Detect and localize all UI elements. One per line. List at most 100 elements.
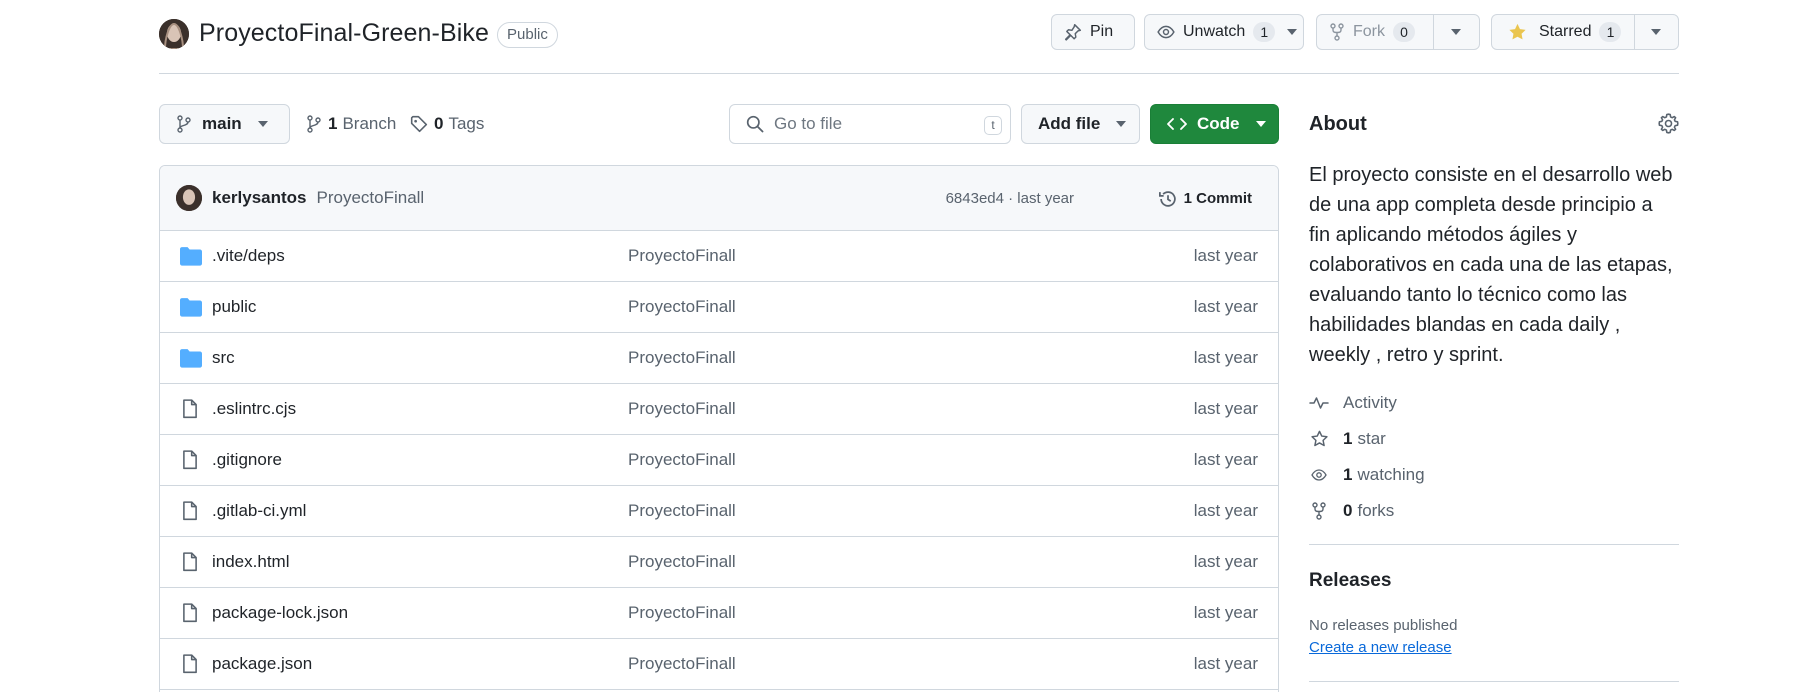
file-commit-age: last year	[1193, 501, 1258, 520]
file-commit-age: last year	[1193, 246, 1258, 265]
commit-author[interactable]: kerlysantos	[212, 188, 307, 208]
eye-icon	[1309, 467, 1329, 483]
add-file-label: Add file	[1038, 114, 1101, 133]
watch-button[interactable]: Unwatch 1	[1144, 14, 1304, 50]
go-to-file-input[interactable]	[774, 114, 974, 134]
star-counter: 1	[1599, 22, 1622, 42]
watch-label: Unwatch	[1183, 23, 1246, 40]
commit-count-label: 1 Commit	[1183, 190, 1252, 207]
branch-count-label: Branch	[342, 114, 397, 133]
watching-label: watching	[1357, 465, 1425, 484]
file-icon	[182, 552, 198, 572]
file-commit-message[interactable]: ProyectoFinall	[628, 603, 736, 623]
releases-title[interactable]: Releases	[1309, 570, 1391, 592]
go-to-file-search[interactable]: t	[729, 104, 1011, 144]
repo-name[interactable]: ProyectoFinal-Green-Bike	[199, 19, 489, 48]
file-commit-message[interactable]: ProyectoFinall	[628, 297, 736, 317]
commit-author-avatar[interactable]	[176, 185, 202, 211]
stars-link[interactable]: 1 star	[1309, 427, 1386, 451]
file-icon	[182, 501, 198, 521]
file-row[interactable]: package.json ProyectoFinall last year	[160, 639, 1278, 690]
file-name[interactable]: .eslintrc.cjs	[212, 399, 296, 419]
star-label: Starred	[1539, 23, 1592, 40]
file-icon	[182, 399, 198, 419]
branches-link[interactable]: 1 Branch	[306, 104, 396, 144]
pulse-icon	[1309, 396, 1329, 410]
file-row[interactable]: .gitignore ProyectoFinall last year	[160, 435, 1278, 486]
file-commit-message[interactable]: ProyectoFinall	[628, 654, 736, 674]
fork-icon	[1309, 502, 1329, 520]
star-filled-icon	[1508, 23, 1527, 41]
chevron-down-icon[interactable]	[1287, 29, 1298, 35]
file-name[interactable]: .vite/deps	[212, 246, 285, 266]
file-row[interactable]: public ProyectoFinall last year	[160, 282, 1278, 333]
forks-count: 0	[1343, 501, 1353, 520]
file-commit-age: last year	[1193, 552, 1258, 571]
fork-dropdown[interactable]	[1433, 15, 1478, 49]
watching-count: 1	[1343, 465, 1353, 484]
folder-icon	[180, 297, 202, 317]
file-name[interactable]: .gitignore	[212, 450, 282, 470]
watching-link[interactable]: 1 watching	[1309, 463, 1425, 487]
file-name[interactable]: package.json	[212, 654, 312, 674]
fork-button[interactable]: Fork 0	[1316, 14, 1480, 50]
file-commit-message[interactable]: ProyectoFinall	[628, 399, 736, 419]
sidebar-divider	[1309, 681, 1679, 682]
chevron-down-icon	[1651, 29, 1661, 35]
code-icon	[1167, 116, 1187, 132]
search-icon	[746, 115, 764, 133]
star-button[interactable]: Starred 1	[1491, 14, 1679, 50]
gear-icon[interactable]	[1658, 113, 1679, 134]
file-name[interactable]: public	[212, 297, 256, 317]
fork-counter: 0	[1393, 22, 1415, 42]
file-row[interactable]: src ProyectoFinall last year	[160, 333, 1278, 384]
file-commit-message[interactable]: ProyectoFinall	[628, 501, 736, 521]
activity-link[interactable]: Activity	[1309, 391, 1397, 415]
pin-button[interactable]: Pin	[1051, 14, 1135, 50]
stars-label: star	[1357, 429, 1386, 448]
forks-label: forks	[1357, 501, 1395, 520]
file-row[interactable]: .eslintrc.cjs ProyectoFinall last year	[160, 384, 1278, 435]
file-icon	[182, 450, 198, 470]
file-name[interactable]: index.html	[212, 552, 289, 572]
add-file-button[interactable]: Add file	[1021, 104, 1140, 144]
folder-icon	[180, 348, 202, 368]
file-row[interactable]: .vite/deps ProyectoFinall last year	[160, 231, 1278, 282]
branch-selector[interactable]: main	[159, 104, 290, 144]
sidebar-divider	[1309, 544, 1679, 545]
file-icon	[182, 603, 198, 623]
commit-hash-age[interactable]: 6843ed4 · last year	[946, 166, 1074, 231]
tag-icon	[410, 115, 428, 133]
file-icon	[182, 654, 198, 674]
file-commit-message[interactable]: ProyectoFinall	[628, 450, 736, 470]
file-name[interactable]: package-lock.json	[212, 603, 348, 623]
forks-link[interactable]: 0 forks	[1309, 499, 1394, 523]
file-row[interactable]: index.html ProyectoFinall last year	[160, 537, 1278, 588]
keyboard-shortcut-hint: t	[984, 116, 1002, 135]
file-commit-age: last year	[1193, 450, 1258, 469]
chevron-down-icon	[1255, 121, 1266, 127]
branch-name: main	[202, 114, 242, 133]
star-dropdown[interactable]	[1634, 15, 1677, 49]
file-name[interactable]: src	[212, 348, 235, 368]
commit-message[interactable]: ProyectoFinall	[317, 188, 425, 208]
star-icon	[1309, 430, 1329, 448]
file-commit-message[interactable]: ProyectoFinall	[628, 348, 736, 368]
tags-link[interactable]: 0 Tags	[410, 104, 484, 144]
commit-count-link[interactable]: 1 Commit	[1158, 166, 1252, 231]
file-commit-age: last year	[1193, 399, 1258, 418]
file-name[interactable]: .gitlab-ci.yml	[212, 501, 306, 521]
file-row[interactable]: .gitlab-ci.yml ProyectoFinall last year	[160, 486, 1278, 537]
history-icon	[1158, 189, 1178, 209]
code-button[interactable]: Code	[1150, 104, 1279, 144]
file-row[interactable]: package-lock.json ProyectoFinall last year	[160, 588, 1278, 639]
file-commit-message[interactable]: ProyectoFinall	[628, 246, 736, 266]
branch-icon	[306, 115, 322, 133]
owner-avatar[interactable]	[159, 19, 189, 49]
file-commit-message[interactable]: ProyectoFinall	[628, 552, 736, 572]
watch-counter: 1	[1253, 22, 1276, 42]
pin-label: Pin	[1090, 23, 1114, 40]
branch-icon	[176, 115, 192, 133]
create-release-link[interactable]: Create a new release	[1309, 639, 1452, 656]
file-commit-age: last year	[1193, 348, 1258, 367]
